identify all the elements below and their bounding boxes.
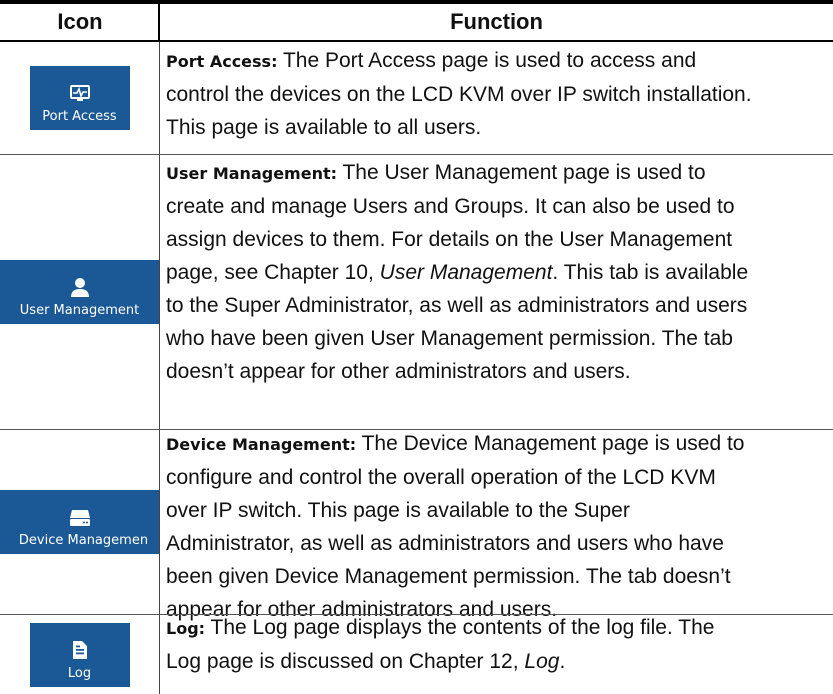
text-line: doesn’t appear for other administrators …	[166, 360, 631, 383]
text-line: The User Management page is used to	[337, 161, 706, 184]
log-tile-label: Log	[67, 665, 92, 681]
function-cell: User Management: The User Management pag…	[166, 156, 826, 388]
text-line: Administrator, as well as administrators…	[166, 532, 724, 555]
log-tile: Log	[29, 622, 130, 687]
port-access-tile-label: Port Access	[42, 109, 117, 124]
text-run: Log page is discussed on Chapter 12,	[166, 650, 525, 673]
table-row-device-management: Device Managemen Device Management: The …	[0, 430, 833, 621]
function-cell: Log: The Log page displays the contents …	[166, 611, 826, 678]
chapter-reference: Log	[524, 650, 560, 673]
icon-cell: Device Managemen	[0, 430, 159, 614]
text-run: . This tab is available	[552, 261, 749, 284]
user-management-tile-label: User Management	[19, 303, 140, 318]
header-column-divider	[158, 4, 160, 40]
text-line: control the devices on the LCD KVM over …	[166, 83, 752, 106]
text-line: Log page is discussed on Chapter 12, Log…	[166, 645, 826, 678]
text-line: who have been given User Management perm…	[166, 327, 733, 350]
text-line: The Port Access page is used to access a…	[277, 49, 697, 72]
text-line: page, see Chapter 10, User Management. T…	[166, 256, 826, 289]
device-management-title: Device Management:	[166, 435, 357, 454]
text-line: configure and control the overall operat…	[166, 466, 716, 489]
text-run: page, see Chapter 10,	[166, 261, 380, 284]
table-row-log: Log Log: The Log page displays the conte…	[0, 615, 833, 694]
text-line: The Device Management page is used to	[356, 432, 745, 455]
text-line: assign devices to them. For details on t…	[166, 228, 733, 251]
function-column-header: Function	[450, 9, 543, 34]
chapter-reference: User Management	[379, 261, 553, 284]
icon-cell: Log	[0, 615, 159, 694]
port-access-tile: Port Access	[29, 66, 130, 130]
monitor-pulse-icon	[69, 85, 90, 101]
text-line: to the Super Administrator, as well as a…	[166, 294, 748, 317]
server-drive-icon	[69, 510, 90, 526]
text-line: create and manage Users and Groups. It c…	[166, 195, 735, 218]
table-row-port-access: Port Access Port Access: The Port Access…	[0, 42, 833, 154]
port-access-title: Port Access:	[166, 52, 278, 71]
function-cell: Port Access: The Port Access page is use…	[166, 44, 826, 144]
icon-column-header: Icon	[57, 9, 103, 34]
user-icon	[70, 278, 89, 297]
text-line: This page is available to all users.	[166, 116, 482, 139]
text-line: been given Device Management permission.…	[166, 565, 731, 588]
user-management-title: User Management:	[166, 164, 337, 183]
device-management-tile: Device Managemen	[0, 490, 159, 554]
function-cell: Device Management: The Device Management…	[166, 427, 826, 626]
icon-cell: User Management	[0, 155, 159, 429]
log-title: Log:	[166, 619, 206, 638]
device-management-tile-label: Device Managemen	[18, 533, 149, 548]
text-line: The Log page displays the contents of th…	[205, 616, 715, 639]
document-icon	[72, 640, 87, 659]
table-header-row: Icon Function	[0, 4, 833, 40]
icon-cell: Port Access	[0, 42, 159, 154]
text-line: over IP switch. This page is available t…	[166, 499, 630, 522]
table-row-user-management: User Management User Management: The Use…	[0, 155, 833, 429]
user-management-tile: User Management	[0, 260, 159, 324]
text-run: .	[559, 650, 566, 673]
